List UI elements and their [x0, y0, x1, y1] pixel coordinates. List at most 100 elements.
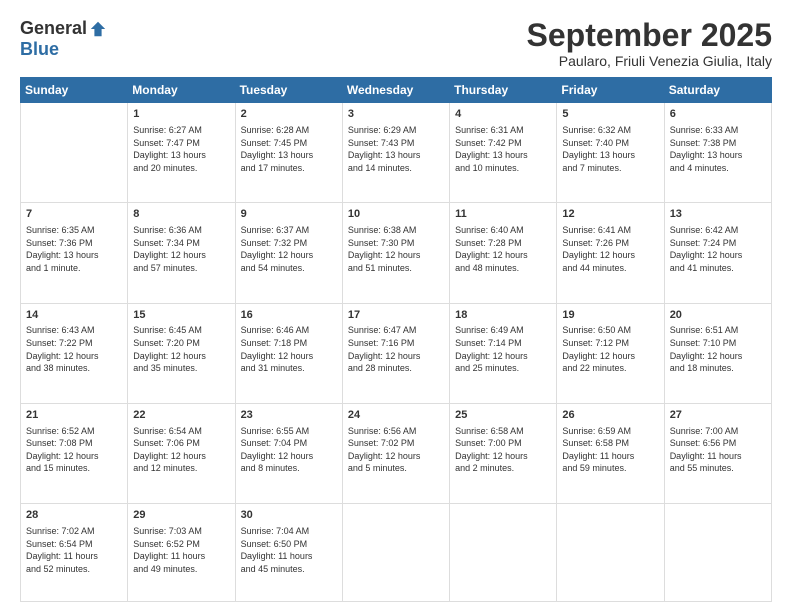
logo-general-text: General — [20, 18, 87, 39]
day-number: 27 — [670, 408, 766, 423]
table-row: 22 Sunrise: 6:54 AM Sunset: 7:06 PM Dayli… — [128, 403, 235, 503]
table-row: 26 Sunrise: 6:59 AM Sunset: 6:58 PM Dayli… — [557, 403, 664, 503]
day-number: 23 — [241, 408, 337, 423]
logo: General Blue — [20, 18, 107, 60]
table-row: 19Sunrise: 6:50 AM Sunset: 7:12 PM Dayli… — [557, 303, 664, 403]
month-title: September 2025 — [527, 18, 772, 53]
table-row: 15Sunrise: 6:45 AM Sunset: 7:20 PM Dayli… — [128, 303, 235, 403]
day-info: Sunrise: 6:51 AM Sunset: 7:10 PM Dayligh… — [670, 324, 766, 374]
table-row: 9Sunrise: 6:37 AM Sunset: 7:32 PM Daylig… — [235, 203, 342, 303]
day-info: Sunrise: 7:02 AM Sunset: 6:54 PM Dayligh… — [26, 525, 122, 575]
day-number: 25 — [455, 408, 551, 423]
calendar-week-row: 1 Sunrise: 6:27 AM Sunset: 7:47 PM Daylig… — [21, 103, 772, 203]
day-number: 8 — [133, 207, 229, 222]
day-info: Sunrise: 6:29 AM Sunset: 7:43 PM Dayligh… — [348, 124, 444, 174]
calendar-week-row: 14Sunrise: 6:43 AM Sunset: 7:22 PM Dayli… — [21, 303, 772, 403]
table-row: 21 Sunrise: 6:52 AM Sunset: 7:08 PM Dayli… — [21, 403, 128, 503]
weekday-header-friday: Friday — [557, 78, 664, 103]
table-row — [450, 504, 557, 602]
day-number: 3 — [348, 107, 444, 122]
calendar-week-row: 28 Sunrise: 7:02 AM Sunset: 6:54 PM Dayli… — [21, 504, 772, 602]
day-info: Sunrise: 6:56 AM Sunset: 7:02 PM Dayligh… — [348, 425, 444, 475]
weekday-header-row: SundayMondayTuesdayWednesdayThursdayFrid… — [21, 78, 772, 103]
weekday-header-tuesday: Tuesday — [235, 78, 342, 103]
day-info: Sunrise: 6:58 AM Sunset: 7:00 PM Dayligh… — [455, 425, 551, 475]
table-row: 28 Sunrise: 7:02 AM Sunset: 6:54 PM Dayli… — [21, 504, 128, 602]
day-number: 19 — [562, 308, 658, 323]
calendar-week-row: 21 Sunrise: 6:52 AM Sunset: 7:08 PM Dayli… — [21, 403, 772, 503]
day-info: Sunrise: 6:55 AM Sunset: 7:04 PM Dayligh… — [241, 425, 337, 475]
day-number: 11 — [455, 207, 551, 222]
day-info: Sunrise: 6:42 AM Sunset: 7:24 PM Dayligh… — [670, 224, 766, 274]
table-row: 1 Sunrise: 6:27 AM Sunset: 7:47 PM Daylig… — [128, 103, 235, 203]
day-number: 5 — [562, 107, 658, 122]
day-number: 10 — [348, 207, 444, 222]
day-number: 16 — [241, 308, 337, 323]
day-number: 26 — [562, 408, 658, 423]
day-info: Sunrise: 6:28 AM Sunset: 7:45 PM Dayligh… — [241, 124, 337, 174]
day-number: 13 — [670, 207, 766, 222]
weekday-header-sunday: Sunday — [21, 78, 128, 103]
day-number: 28 — [26, 508, 122, 523]
day-number: 22 — [133, 408, 229, 423]
table-row: 7 Sunrise: 6:35 AM Sunset: 7:36 PM Daylig… — [21, 203, 128, 303]
day-info: Sunrise: 6:47 AM Sunset: 7:16 PM Dayligh… — [348, 324, 444, 374]
table-row: 24 Sunrise: 6:56 AM Sunset: 7:02 PM Dayli… — [342, 403, 449, 503]
logo-icon — [89, 20, 107, 38]
day-number: 21 — [26, 408, 122, 423]
day-number: 14 — [26, 308, 122, 323]
table-row: 11 Sunrise: 6:40 AM Sunset: 7:28 PM Dayli… — [450, 203, 557, 303]
table-row: 16Sunrise: 6:46 AM Sunset: 7:18 PM Dayli… — [235, 303, 342, 403]
table-row: 4 Sunrise: 6:31 AM Sunset: 7:42 PM Daylig… — [450, 103, 557, 203]
day-info: Sunrise: 6:50 AM Sunset: 7:12 PM Dayligh… — [562, 324, 658, 374]
table-row: 29Sunrise: 7:03 AM Sunset: 6:52 PM Dayli… — [128, 504, 235, 602]
day-number: 17 — [348, 308, 444, 323]
table-row: 14Sunrise: 6:43 AM Sunset: 7:22 PM Dayli… — [21, 303, 128, 403]
table-row: 6Sunrise: 6:33 AM Sunset: 7:38 PM Daylig… — [664, 103, 771, 203]
table-row: 23 Sunrise: 6:55 AM Sunset: 7:04 PM Dayli… — [235, 403, 342, 503]
table-row: 20Sunrise: 6:51 AM Sunset: 7:10 PM Dayli… — [664, 303, 771, 403]
table-row: 25 Sunrise: 6:58 AM Sunset: 7:00 PM Dayli… — [450, 403, 557, 503]
day-number: 15 — [133, 308, 229, 323]
day-info: Sunrise: 7:04 AM Sunset: 6:50 PM Dayligh… — [241, 525, 337, 575]
table-row — [342, 504, 449, 602]
day-info: Sunrise: 7:00 AM Sunset: 6:56 PM Dayligh… — [670, 425, 766, 475]
header: General Blue September 2025 Paularo, Fri… — [20, 18, 772, 69]
day-number: 18 — [455, 308, 551, 323]
day-number: 30 — [241, 508, 337, 523]
day-info: Sunrise: 6:31 AM Sunset: 7:42 PM Dayligh… — [455, 124, 551, 174]
day-number: 24 — [348, 408, 444, 423]
table-row — [557, 504, 664, 602]
logo-blue-text: Blue — [20, 39, 59, 60]
day-info: Sunrise: 6:36 AM Sunset: 7:34 PM Dayligh… — [133, 224, 229, 274]
day-info: Sunrise: 6:40 AM Sunset: 7:28 PM Dayligh… — [455, 224, 551, 274]
table-row: 5Sunrise: 6:32 AM Sunset: 7:40 PM Daylig… — [557, 103, 664, 203]
table-row: 12Sunrise: 6:41 AM Sunset: 7:26 PM Dayli… — [557, 203, 664, 303]
day-info: Sunrise: 6:49 AM Sunset: 7:14 PM Dayligh… — [455, 324, 551, 374]
day-number: 12 — [562, 207, 658, 222]
table-row: 18Sunrise: 6:49 AM Sunset: 7:14 PM Dayli… — [450, 303, 557, 403]
day-info: Sunrise: 6:52 AM Sunset: 7:08 PM Dayligh… — [26, 425, 122, 475]
title-block: September 2025 Paularo, Friuli Venezia G… — [527, 18, 772, 69]
calendar-table: SundayMondayTuesdayWednesdayThursdayFrid… — [20, 77, 772, 602]
day-info: Sunrise: 6:59 AM Sunset: 6:58 PM Dayligh… — [562, 425, 658, 475]
day-number: 7 — [26, 207, 122, 222]
day-info: Sunrise: 6:35 AM Sunset: 7:36 PM Dayligh… — [26, 224, 122, 274]
day-number: 4 — [455, 107, 551, 122]
calendar-week-row: 7 Sunrise: 6:35 AM Sunset: 7:36 PM Daylig… — [21, 203, 772, 303]
day-info: Sunrise: 6:46 AM Sunset: 7:18 PM Dayligh… — [241, 324, 337, 374]
table-row: 8 Sunrise: 6:36 AM Sunset: 7:34 PM Daylig… — [128, 203, 235, 303]
day-info: Sunrise: 6:54 AM Sunset: 7:06 PM Dayligh… — [133, 425, 229, 475]
table-row: 27 Sunrise: 7:00 AM Sunset: 6:56 PM Dayli… — [664, 403, 771, 503]
day-info: Sunrise: 6:38 AM Sunset: 7:30 PM Dayligh… — [348, 224, 444, 274]
weekday-header-wednesday: Wednesday — [342, 78, 449, 103]
weekday-header-thursday: Thursday — [450, 78, 557, 103]
day-number: 2 — [241, 107, 337, 122]
day-info: Sunrise: 6:27 AM Sunset: 7:47 PM Dayligh… — [133, 124, 229, 174]
table-row: 3 Sunrise: 6:29 AM Sunset: 7:43 PM Daylig… — [342, 103, 449, 203]
day-number: 1 — [133, 107, 229, 122]
page: General Blue September 2025 Paularo, Fri… — [0, 0, 792, 612]
day-number: 20 — [670, 308, 766, 323]
table-row: 13 Sunrise: 6:42 AM Sunset: 7:24 PM Dayli… — [664, 203, 771, 303]
location-subtitle: Paularo, Friuli Venezia Giulia, Italy — [527, 53, 772, 69]
